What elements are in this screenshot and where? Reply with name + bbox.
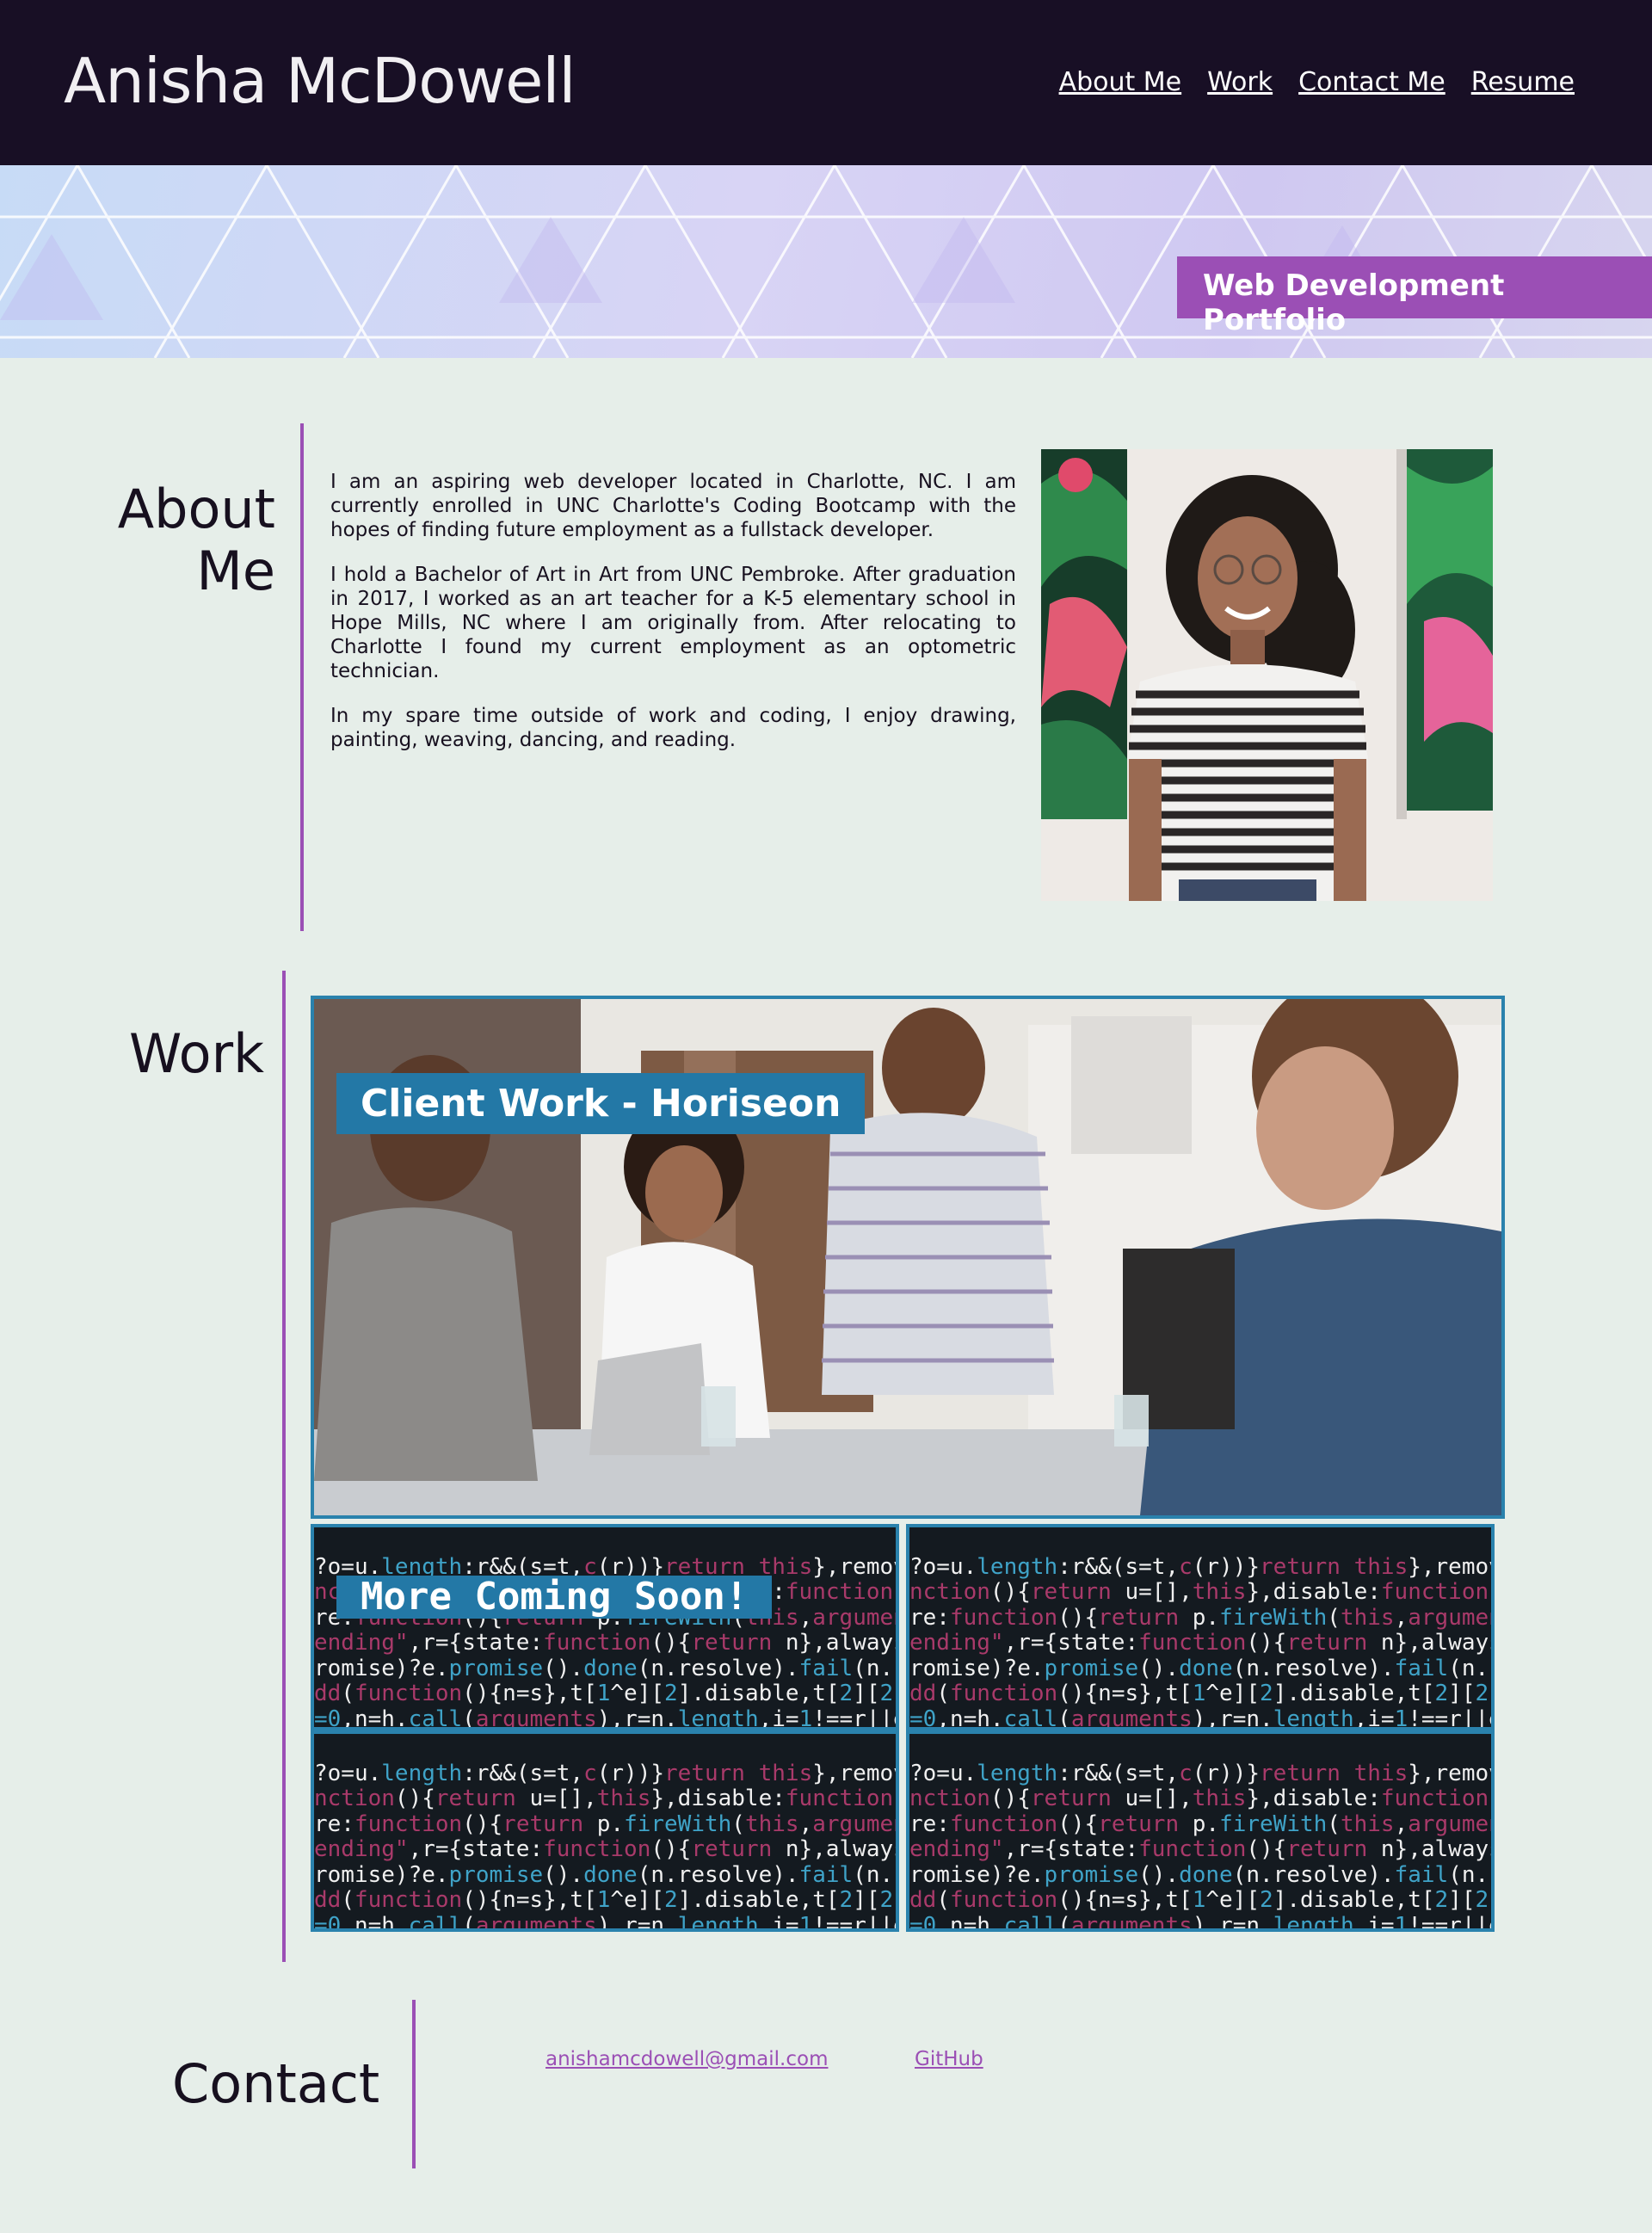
hero-badge: Web Development Portfolio [1177, 256, 1652, 337]
work-heading: Work [129, 1022, 264, 1085]
project-card-placeholder[interactable]: ?o=u.length:r&&(s=t,c(r))}return this},r… [906, 1730, 1495, 1932]
project-card-placeholder[interactable]: ?o=u.length:r&&(s=t,c(r))}return this},r… [906, 1524, 1495, 1730]
about-paragraph: I hold a Bachelor of Art in Art from UNC… [330, 564, 1016, 682]
about-heading-line2: Me [196, 540, 275, 602]
featured-project-label[interactable]: Client Work - Horiseon [336, 1073, 866, 1134]
about-heading: About Me [112, 478, 275, 602]
project-card-placeholder[interactable]: ?o=u.length:r&&(s=t,c(r))}return this},r… [311, 1730, 899, 1932]
work-divider [282, 971, 286, 1962]
site-header: Anisha McDowell About Me Work Contact Me… [0, 0, 1652, 165]
about-text: I am an aspiring web developer located i… [330, 470, 1016, 773]
contact-divider [412, 2000, 416, 2168]
email-link[interactable]: anishamcdowell@gmail.com [546, 2048, 829, 2070]
featured-project-card[interactable]: Client Work - Horiseon [311, 996, 1505, 1519]
project-card-placeholder[interactable]: ?o=u.length:r&&(s=t,c(r))}return this},r… [311, 1524, 899, 1730]
hero-banner: Web Development Portfolio [0, 165, 1652, 358]
site-title: Anisha McDowell [64, 45, 576, 117]
main-nav: About Me Work Contact Me Resume [1059, 67, 1575, 97]
nav-link-about-me[interactable]: About Me [1059, 67, 1182, 97]
nav-link-work[interactable]: Work [1207, 67, 1273, 97]
code-background-image: ?o=u.length:r&&(s=t,c(r))}return this},r… [909, 1760, 1491, 1932]
about-heading-line1: About [117, 478, 275, 540]
profile-photo [1041, 449, 1493, 901]
nav-link-contact-me[interactable]: Contact Me [1298, 67, 1446, 97]
more-coming-soon-label[interactable]: More Coming Soon! [336, 1576, 773, 1619]
code-background-image: ?o=u.length:r&&(s=t,c(r))}return this},r… [909, 1553, 1491, 1730]
portrait-image [1041, 449, 1493, 901]
about-paragraph: I am an aspiring web developer located i… [330, 471, 1016, 541]
code-background-image: ?o=u.length:r&&(s=t,c(r))}return this},r… [314, 1760, 896, 1932]
nav-link-resume[interactable]: Resume [1471, 67, 1575, 97]
github-link[interactable]: GitHub [915, 2048, 983, 2070]
contact-heading: Contact [172, 2052, 380, 2115]
about-divider [300, 423, 304, 931]
about-paragraph: In my spare time outside of work and cod… [330, 705, 1016, 751]
